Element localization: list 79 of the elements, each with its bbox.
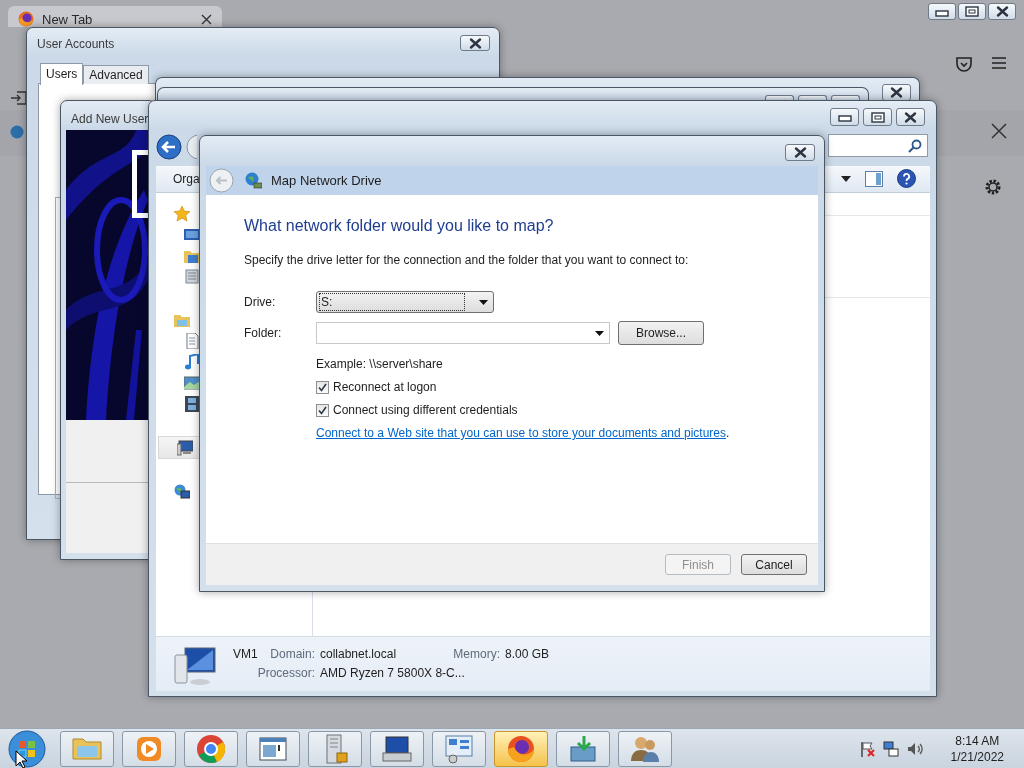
pocket-icon[interactable]: [955, 55, 973, 73]
field-label: Drive:: [244, 295, 277, 309]
close-icon: [889, 86, 904, 99]
network-icon: [174, 483, 190, 500]
control-panel-icon: [443, 732, 475, 765]
computer-name: VM1: [233, 646, 259, 663]
close-icon[interactable]: [991, 123, 1007, 139]
close-icon: [903, 110, 918, 124]
clock[interactable]: 8:14 AM 1/21/2022: [950, 732, 1004, 765]
computer-icon: [173, 645, 217, 687]
image-icon: [184, 374, 200, 391]
monitor-icon: [184, 226, 200, 243]
dialog-title: Map Network Drive: [271, 173, 382, 188]
close-icon: [467, 36, 483, 50]
field-value: collabnet.local: [320, 646, 398, 663]
field-value: 8.00 GB: [505, 646, 550, 663]
film-icon: [184, 395, 200, 412]
caret-icon: [479, 299, 488, 305]
maximize-icon: [965, 6, 979, 17]
close-icon: [994, 5, 1010, 18]
drive-dropdown[interactable]: S:: [316, 291, 494, 313]
clock-date: 1/21/2022: [950, 748, 1004, 765]
help-icon[interactable]: [897, 169, 916, 188]
menu-icon[interactable]: [991, 57, 1007, 69]
caret-icon[interactable]: [841, 175, 851, 182]
browser-icon: [195, 732, 227, 765]
music-note-icon: [184, 353, 200, 370]
tab[interactable]: Users: [40, 63, 84, 85]
field-label: Memory:: [453, 646, 501, 663]
folder-field[interactable]: [316, 322, 610, 344]
example-text: Example: \\server\share: [316, 357, 444, 371]
flag-icon[interactable]: [858, 740, 875, 757]
taskbar-button[interactable]: [246, 730, 300, 767]
checkbox-label: Reconnect at logon: [333, 380, 437, 394]
field-label: Folder:: [244, 326, 283, 340]
field-label: Processor:: [256, 665, 316, 682]
dialog-heading: What network folder would you like to map?: [244, 217, 555, 235]
network-icon[interactable]: [882, 740, 899, 757]
taskbar-button[interactable]: [184, 730, 238, 767]
checkbox[interactable]: [316, 403, 329, 417]
window-title: Add New User: [71, 112, 149, 126]
pointer-icon: [15, 749, 27, 768]
search-field[interactable]: [828, 134, 928, 157]
check-icon: [318, 405, 327, 415]
taskbar-button[interactable]: [370, 730, 424, 767]
caret-icon: [595, 330, 604, 336]
preview-pane-icon[interactable]: [865, 170, 883, 187]
close-icon: [792, 146, 808, 159]
web-site-link[interactable]: Connect to a Web site that you can use to store your documents and pictures: [316, 426, 726, 440]
checkbox[interactable]: [316, 380, 329, 394]
gear-icon[interactable]: [984, 178, 1002, 196]
taskbar-button[interactable]: [618, 730, 672, 767]
circle-icon: [10, 124, 24, 140]
browse-button[interactable]: Browse...: [618, 321, 704, 345]
instruction-text: Specify the drive letter for the connection and the folder that you want to connect to:: [244, 253, 690, 267]
firefox-icon: [18, 11, 34, 27]
server-icon: [184, 268, 200, 285]
tab[interactable]: Advanced: [83, 65, 149, 84]
sign-in-icon[interactable]: [10, 90, 28, 106]
search-icon: [908, 138, 922, 153]
check-icon: [318, 382, 327, 392]
window-title: User Accounts: [37, 37, 115, 51]
network-drive-icon: [245, 172, 262, 189]
back-button[interactable]: [156, 134, 182, 160]
organize-button[interactable]: Orga: [173, 169, 200, 189]
maximize-icon: [870, 111, 885, 123]
clock-time: 8:14 AM: [955, 732, 1000, 749]
browser-tab[interactable]: New Tab: [8, 6, 222, 27]
field-value: AMD Ryzen 7 5800X 8-C...: [320, 665, 466, 682]
dialog-button[interactable]: Cancel: [741, 554, 807, 575]
minimize-icon: [837, 112, 852, 122]
checkbox-label: Connect using different credentials: [333, 403, 518, 417]
computer-icon: [177, 439, 193, 456]
taskbar-button[interactable]: [556, 730, 610, 767]
star-icon: [174, 205, 190, 222]
document-icon: [184, 332, 200, 349]
taskbar-button[interactable]: [494, 730, 548, 767]
link-sentence: Connect to a Web site that you can use to store your documents and pictures.: [316, 426, 731, 440]
field-label: Domain:: [269, 646, 316, 663]
